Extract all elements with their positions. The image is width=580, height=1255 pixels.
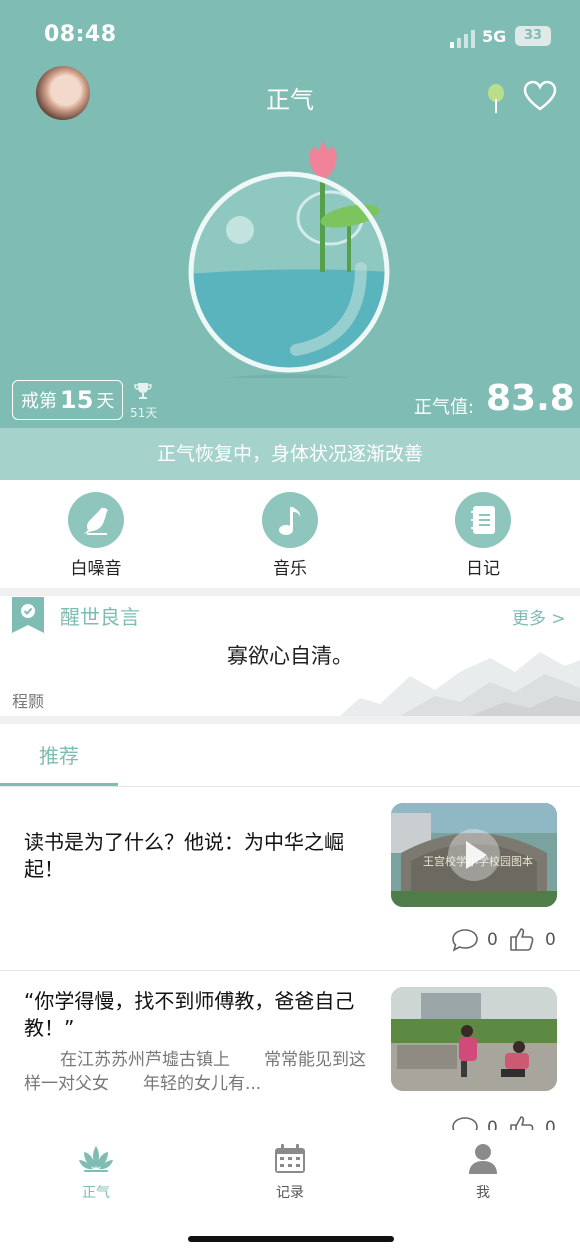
status-time: 08:48	[44, 22, 117, 47]
article-title[interactable]: 读书是为了什么？他说：为中华之崛起！	[24, 829, 374, 883]
nav-label: 我	[476, 1185, 490, 1201]
article-summary: 在江苏苏州芦墟古镇上 常常能见到这样一对父女 年轻的女儿有...	[24, 1050, 366, 1094]
quote-text[interactable]: 寡欲心自清。	[0, 640, 580, 670]
nav-label: 记录	[276, 1185, 304, 1201]
nav-item-records[interactable]: 记录	[230, 1142, 350, 1202]
music-button[interactable]: 音乐	[230, 492, 350, 579]
notebook-icon	[471, 506, 495, 534]
energy-label: 正气值:	[414, 397, 475, 418]
bookmark-icon	[12, 597, 44, 633]
best-streak-days: 51天	[130, 406, 158, 420]
quote-author: 程颢	[12, 692, 45, 711]
white-noise-button[interactable]: 白噪音	[36, 492, 156, 579]
nav-item-zhengqi[interactable]: 正气	[36, 1142, 156, 1202]
street-photo-image	[391, 987, 557, 1091]
quote-section-title: 醒世良言	[60, 605, 140, 629]
music-note-icon	[279, 507, 301, 535]
bird-icon	[84, 507, 108, 535]
article-title[interactable]: “你学得慢，找不到师傅教，爸爸自己教！”	[24, 988, 374, 1042]
calendar-icon	[275, 1144, 305, 1173]
streak-days: 15	[60, 386, 94, 414]
video-thumbnail-image: 王宫校学小学校园图本	[391, 803, 557, 907]
quote-more-link[interactable]: 更多 >	[512, 604, 566, 629]
energy-value: 83.8	[486, 378, 575, 419]
article-thumbnail[interactable]: 王宫校学小学校园图本	[391, 803, 557, 907]
white-noise-label: 白噪音	[70, 559, 122, 579]
lotus-bowl-illustration	[188, 140, 390, 378]
home-indicator[interactable]	[188, 1236, 394, 1242]
article-divider	[0, 970, 580, 971]
article-thumbnail[interactable]	[391, 987, 557, 1091]
section-divider	[0, 588, 580, 596]
comment-icon[interactable]	[451, 928, 479, 952]
tab-recommend[interactable]: 推荐	[0, 730, 118, 786]
nav-label: 正气	[82, 1185, 110, 1201]
heart-icon[interactable]	[523, 80, 557, 112]
battery-icon: 33	[515, 26, 551, 46]
tab-divider	[0, 786, 580, 787]
tree-icon[interactable]	[485, 82, 507, 114]
streak-suffix: 天	[96, 391, 115, 412]
music-label: 音乐	[273, 559, 307, 579]
person-icon	[469, 1144, 497, 1174]
like-count: 0	[545, 930, 556, 950]
status-banner: 正气恢复中，身体状况逐渐改善	[0, 428, 580, 480]
signal-icon	[450, 30, 475, 48]
streak-badge: 戒第 15 天	[12, 380, 124, 420]
streak-prefix: 戒第	[21, 391, 57, 412]
diary-label: 日记	[466, 559, 500, 579]
comment-count: 0	[487, 930, 498, 950]
section-divider	[0, 716, 580, 724]
diary-button[interactable]: 日记	[423, 492, 543, 579]
lotus-icon	[79, 1146, 113, 1172]
nav-item-me[interactable]: 我	[423, 1142, 543, 1202]
trophy-icon	[134, 383, 152, 399]
network-label: 5G	[482, 27, 507, 46]
like-icon[interactable]	[509, 926, 535, 952]
